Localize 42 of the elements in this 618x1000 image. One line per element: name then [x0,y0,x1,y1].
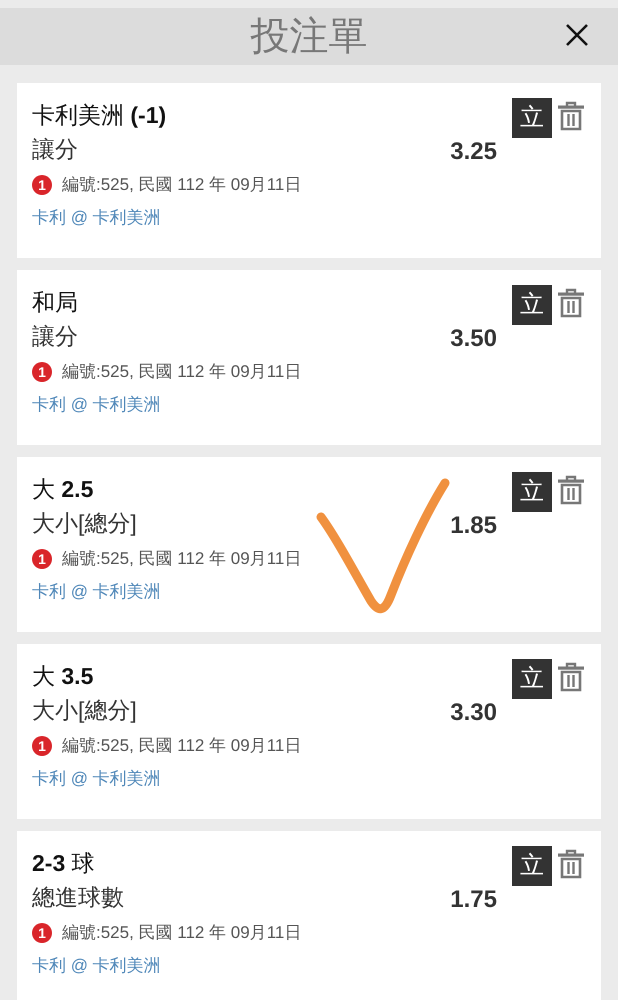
bet-selection: 大 3.5 [32,662,94,691]
sheet-title: 投注單 [250,14,368,60]
match-link[interactable]: 卡利 @ 卡利美洲 [32,391,161,419]
bet-market: 大小[總分] [32,696,138,725]
bet-market: 讓分 [32,135,79,164]
match-link[interactable]: 卡利 @ 卡利美洲 [32,952,161,980]
match-link[interactable]: 卡利 @ 卡利美洲 [32,204,161,232]
count-badge: 1 [32,923,52,943]
trash-icon [557,849,585,879]
bet-odds: 3.25 [450,137,497,167]
bet-info: 編號:525, 民國 112 年 09月11日 [62,361,302,384]
bet-odds: 1.85 [450,511,497,541]
trash-icon [557,662,585,692]
trash-icon [557,288,585,318]
action-button[interactable]: 立 [512,98,552,138]
count-badge: 1 [32,362,52,382]
action-button[interactable]: 立 [512,472,552,512]
bet-market: 大小[總分] [32,509,138,538]
action-button[interactable]: 立 [512,846,552,886]
match-link[interactable]: 卡利 @ 卡利美洲 [32,765,161,793]
bet-selection: 2-3 球 [32,849,96,878]
bet-selection: 大 2.5 [32,475,94,504]
bet-info: 編號:525, 民國 112 年 09月11日 [62,735,302,758]
bet-market: 讓分 [32,322,79,351]
bet-info: 編號:525, 民國 112 年 09月11日 [62,922,302,944]
trash-icon [557,101,585,131]
count-badge: 1 [32,175,52,195]
bet-odds: 3.50 [450,324,497,354]
count-badge: 1 [32,736,52,756]
trash-icon [557,475,585,505]
close-icon [565,23,589,47]
bet-selection: 卡利美洲 (-1) [32,101,168,130]
bet-info: 編號:525, 民國 112 年 09月11日 [62,548,302,570]
bet-info: 編號:525, 民國 112 年 09月11日 [62,174,302,196]
action-button[interactable]: 立 [512,285,552,325]
bet-market: 總進球數 [32,883,125,912]
bet-odds: 1.75 [450,885,497,915]
action-button[interactable]: 立 [512,659,552,699]
bet-odds: 3.30 [450,698,497,728]
match-link[interactable]: 卡利 @ 卡利美洲 [32,578,161,606]
bet-selection: 和局 [32,288,79,317]
count-badge: 1 [32,549,52,569]
